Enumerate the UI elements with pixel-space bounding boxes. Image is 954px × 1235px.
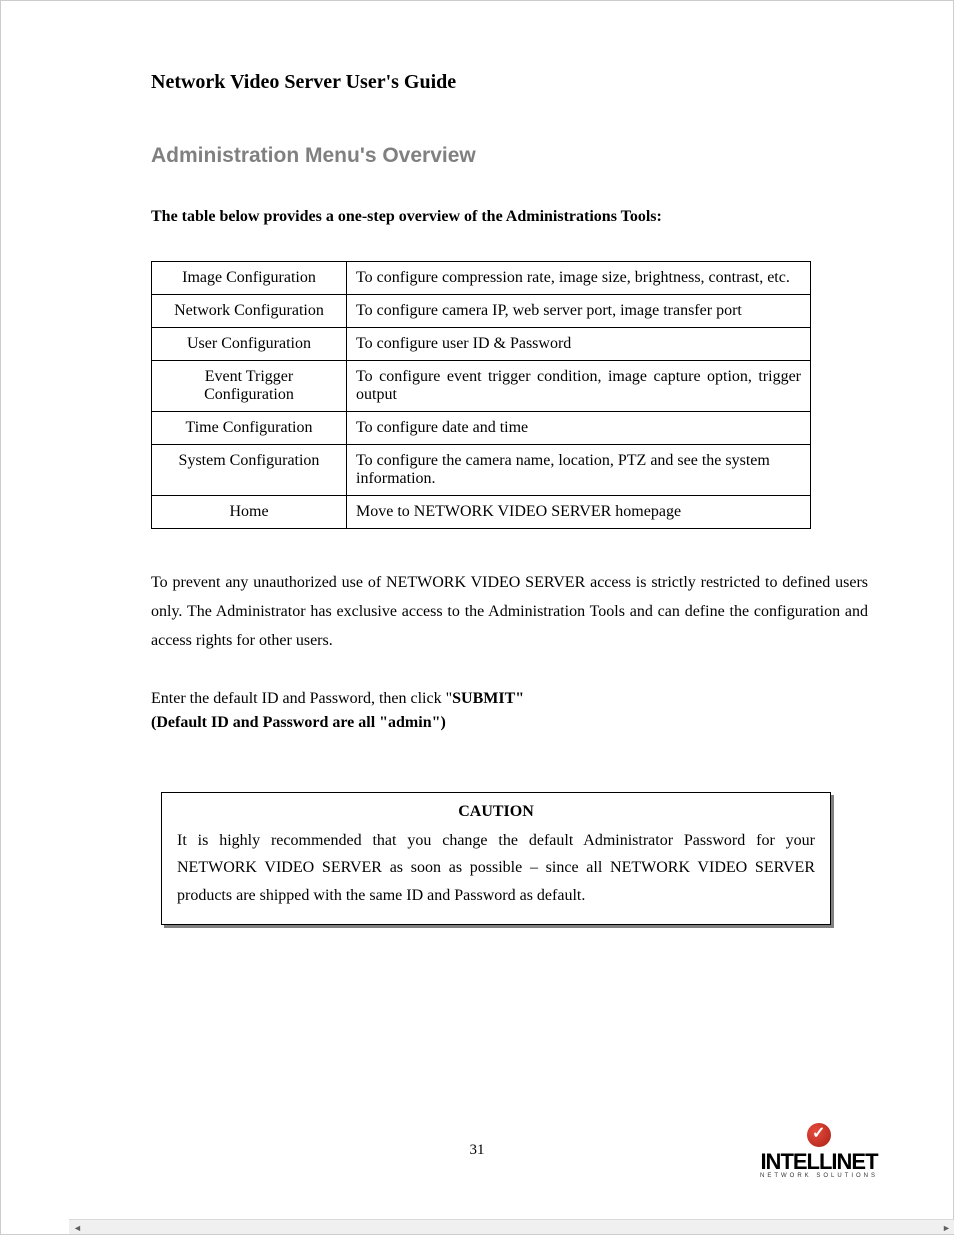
logo-subtext: NETWORK SOLUTIONS [760,1173,878,1179]
submit-instruction: Enter the default ID and Password, then … [151,685,878,714]
tool-name: Network Configuration [152,295,347,328]
caution-text: It is highly recommended that you change… [177,827,815,909]
checkmark-icon [807,1123,831,1147]
intro-text: The table below provides a one-step over… [151,208,878,226]
tool-name: System Configuration [152,445,347,496]
body-paragraph: To prevent any unauthorized use of NETWO… [151,569,868,655]
table-row: System Configuration To configure the ca… [152,445,811,496]
submit-label: SUBMIT" [452,690,524,707]
tool-desc: Move to NETWORK VIDEO SERVER homepage [347,496,811,529]
scroll-left-icon[interactable]: ◄ [69,1220,86,1235]
caution-title: CAUTION [177,803,815,821]
tool-desc: To configure user ID & Password [347,328,811,361]
brand-logo: INTELLINET NETWORK SOLUTIONS [760,1123,878,1179]
tool-desc: To configure date and time [347,412,811,445]
tool-name: Home [152,496,347,529]
table-row: Image Configuration To configure compres… [152,262,811,295]
page-title: Network Video Server User's Guide [151,71,878,94]
default-credentials-note: (Default ID and Password are all "admin"… [151,714,878,732]
tool-name: Time Configuration [152,412,347,445]
logo-text: INTELLINET [760,1149,878,1175]
submit-prefix: Enter the default ID and Password, then … [151,690,452,707]
table-row: Home Move to NETWORK VIDEO SERVER homepa… [152,496,811,529]
tool-desc: To configure the camera name, location, … [347,445,811,496]
table-row: User Configuration To configure user ID … [152,328,811,361]
table-row: Event Trigger Configuration To configure… [152,361,811,412]
tool-name: User Configuration [152,328,347,361]
admin-tools-table: Image Configuration To configure compres… [151,261,811,529]
tool-name: Event Trigger Configuration [152,361,347,412]
table-row: Network Configuration To configure camer… [152,295,811,328]
caution-box: CAUTION It is highly recommended that yo… [161,792,831,925]
tool-desc: To configure event trigger condition, im… [347,361,811,412]
scroll-right-icon[interactable]: ► [938,1220,954,1235]
tool-desc: To configure compression rate, image siz… [347,262,811,295]
table-row: Time Configuration To configure date and… [152,412,811,445]
tool-desc: To configure camera IP, web server port,… [347,295,811,328]
horizontal-scrollbar[interactable]: ◄ ► [69,1219,954,1234]
tool-name: Image Configuration [152,262,347,295]
section-heading: Administration Menu's Overview [151,144,878,168]
